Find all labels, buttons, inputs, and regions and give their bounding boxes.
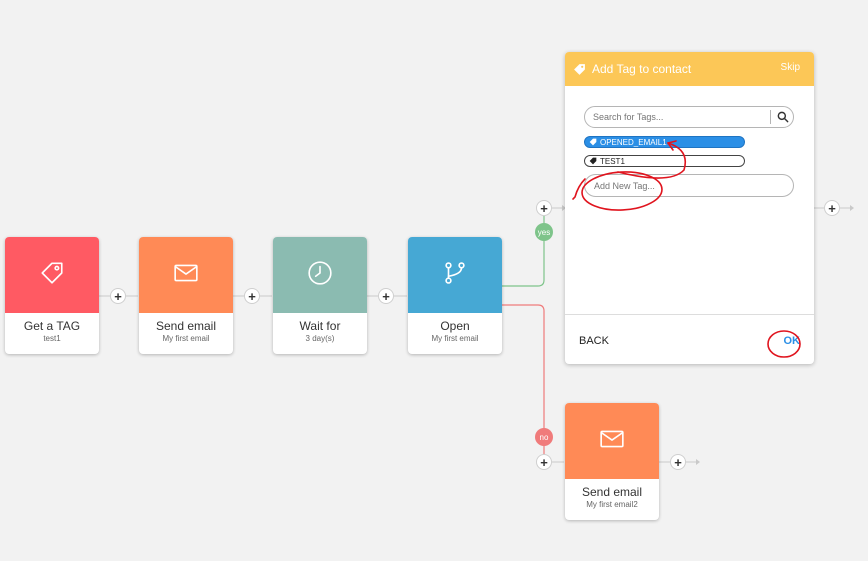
back-button[interactable]: BACK [579, 335, 609, 347]
node-title: Open [440, 319, 470, 333]
tag-icon [39, 260, 65, 291]
search-divider [770, 110, 771, 124]
tag-icon [589, 138, 597, 146]
tag-icon [589, 157, 597, 165]
panel-footer: BACK OK [565, 314, 814, 364]
workflow-node-send-email[interactable]: Send email My first email [139, 237, 233, 354]
node-subtitle: My first email [431, 334, 479, 343]
workflow-canvas: Get a TAG test1 Send email My first emai… [0, 0, 868, 561]
node-title: Send email [581, 485, 643, 499]
node-header [139, 237, 233, 313]
envelope-icon [599, 426, 625, 457]
panel-title: Add Tag to contact [592, 62, 692, 76]
new-tag-input[interactable] [594, 179, 774, 193]
workflow-node-send-email-2[interactable]: Send email My first email2 [565, 403, 659, 520]
tag-chip[interactable]: TEST1 [584, 155, 745, 167]
node-title: Wait for [299, 319, 341, 333]
add-step-button[interactable]: + [824, 200, 840, 216]
branch-icon [442, 260, 468, 291]
workflow-node-get-tag[interactable]: Get a TAG test1 [5, 237, 99, 354]
search-icon[interactable] [776, 110, 790, 124]
node-header [5, 237, 99, 313]
tag-chip-selected[interactable]: OPENED_EMAIL1 [584, 136, 745, 148]
clock-icon [307, 260, 333, 291]
add-step-button[interactable]: + [244, 288, 260, 304]
node-subtitle: My first email2 [586, 500, 638, 509]
node-title: Send email [155, 319, 217, 333]
node-header [273, 237, 367, 313]
add-step-button-yes-branch[interactable]: + [536, 200, 552, 216]
skip-button[interactable]: Skip [781, 62, 800, 73]
tag-chip-label: OPENED_EMAIL1 [600, 137, 667, 147]
add-tag-panel: Add Tag to contact Skip OPENED_EMAIL1 TE… [565, 52, 814, 364]
node-title: Get a TAG [23, 319, 81, 333]
tag-chip-label: TEST1 [600, 156, 625, 166]
new-tag-box [584, 174, 794, 197]
tag-icon [573, 63, 586, 76]
add-step-button[interactable]: + [670, 454, 686, 470]
no-branch-badge: no [535, 428, 553, 446]
add-step-button-no-branch[interactable]: + [536, 454, 552, 470]
tag-search-box [584, 106, 794, 128]
node-subtitle: 3 day(s) [305, 334, 335, 343]
ok-button[interactable]: OK [784, 335, 801, 347]
yes-branch-badge: yes [535, 223, 553, 241]
node-header [565, 403, 659, 479]
node-header [408, 237, 502, 313]
add-step-button[interactable]: + [378, 288, 394, 304]
tag-search-input[interactable] [593, 110, 763, 124]
node-subtitle: test1 [43, 334, 61, 343]
workflow-node-open[interactable]: Open My first email [408, 237, 502, 354]
panel-header: Add Tag to contact Skip [565, 52, 814, 86]
envelope-icon [173, 260, 199, 291]
add-step-button[interactable]: + [110, 288, 126, 304]
node-subtitle: My first email [162, 334, 210, 343]
workflow-node-wait-for[interactable]: Wait for 3 day(s) [273, 237, 367, 354]
